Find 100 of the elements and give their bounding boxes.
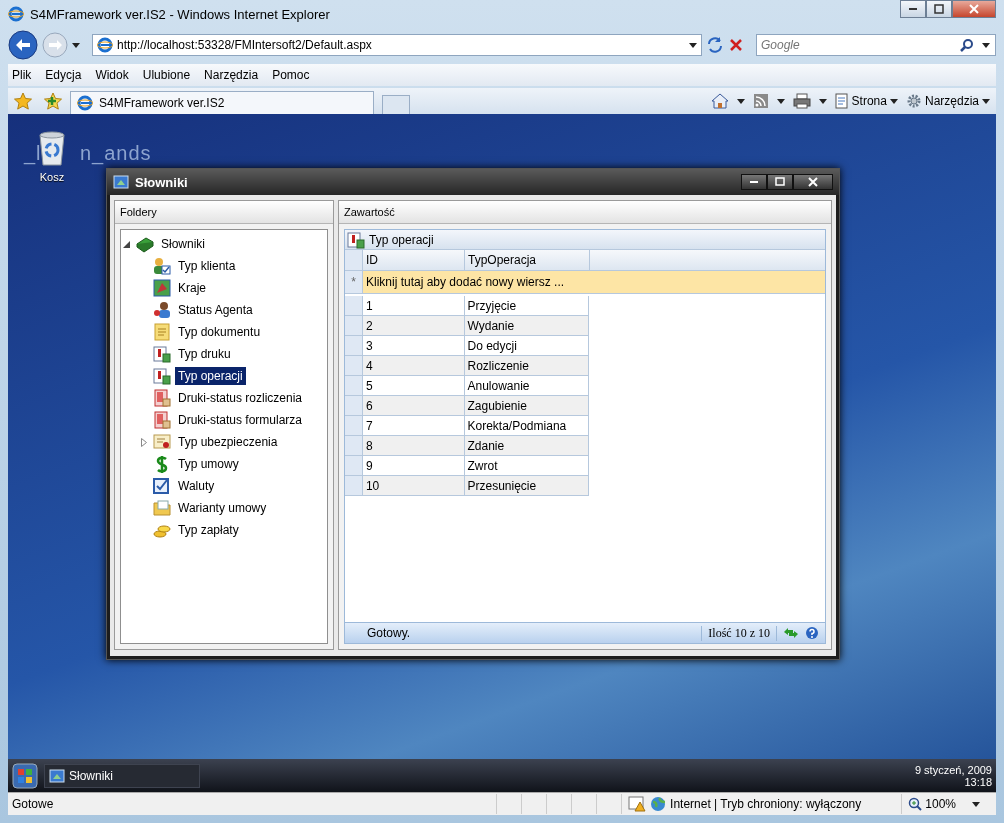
start-button[interactable] [12,762,38,789]
table-cell: 7 [362,416,465,435]
star-icon[interactable] [14,92,32,110]
document-icon [153,389,171,407]
minimize-icon [750,181,758,183]
tree-item[interactable]: Typ druku [175,345,234,363]
rss-icon[interactable] [752,93,769,109]
panel-header: Zawartość [339,201,831,224]
tree-item[interactable]: Typ operacji [175,367,246,385]
window-title: S4MFramework ver.IS2 - Windows Internet Explorer [30,6,331,22]
tree-item[interactable]: Warianty umowy [175,499,270,517]
caret-icon [736,98,745,104]
home-icon[interactable] [710,93,729,109]
close-icon [808,177,818,187]
tree-item[interactable]: Typ klienta [175,257,239,275]
agent-icon [153,301,171,319]
column-header[interactable]: TypOperacja [465,250,590,270]
user-check-icon [153,257,171,275]
menu-item[interactable]: Edycja [45,68,82,82]
wallpaper-text: n_ands [80,142,152,165]
close-icon [969,4,979,14]
tree-item[interactable]: Druki-status formularza [175,411,306,429]
tree-item[interactable]: Słowniki [158,235,208,253]
dropdown-icon[interactable] [982,42,990,48]
table-cell: 1 [362,296,465,315]
caret-icon [818,98,827,104]
table-cell: Do edycji [464,336,589,355]
table-cell: Zagubienie [464,396,589,415]
back-button[interactable] [8,30,38,60]
new-row[interactable]: * Kliknij tutaj aby dodać nowy wiersz ... [345,271,825,294]
book-icon [136,235,154,253]
tree-item[interactable]: Typ dokumentu [175,323,264,341]
folder-icon [153,499,171,517]
printer-icon[interactable] [792,93,811,109]
status-text: Gotowy. [367,626,412,640]
tree-item[interactable]: Kraje [175,279,209,297]
dropdown-icon [689,42,697,48]
address-field[interactable]: http://localhost:53328/FMIntersoft2/Default.aspx [92,34,702,56]
tree-item[interactable]: Typ zapłaty [175,521,242,539]
table-cell: Zwrot [464,456,589,475]
menu-item[interactable]: Plik [12,68,32,82]
tree-item[interactable]: Typ ubezpieczenia [175,433,281,451]
table-cell: 6 [362,396,465,415]
caret-icon [889,98,898,104]
expanded-arrow-icon[interactable] [123,240,130,248]
browser-tab[interactable]: S4MFramework ver.IS2 [70,91,374,114]
caret-icon[interactable] [972,801,980,807]
warning-icon [628,796,647,812]
tree-item[interactable]: Druki-status rozliczenia [175,389,306,407]
menu-item[interactable]: Pomoc [272,68,310,82]
menu-item[interactable]: Ulubione [142,68,191,82]
document-icon [153,367,171,385]
zoom-control[interactable]: 100% [901,794,962,814]
table-cell: 9 [362,456,465,475]
column-header[interactable]: ID [363,250,465,270]
app-icon [49,767,65,784]
maximize-icon [934,4,944,14]
refresh-icon[interactable] [783,626,799,640]
clock-time: 13:18 [964,775,992,788]
search-icon[interactable] [960,38,974,52]
tree-item[interactable]: Waluty [175,477,218,495]
panel-header: Foldery [115,201,333,224]
document-icon [153,345,171,363]
tree-item[interactable]: Typ umowy [175,455,242,473]
taskbar-button[interactable]: Słowniki [44,763,200,788]
document-icon [153,411,171,429]
certificate-icon [153,433,171,451]
browser-logo-icon [97,37,113,53]
tree-item[interactable]: Status Agenta [175,301,256,319]
forward-button[interactable] [42,32,68,58]
help-icon[interactable] [805,626,819,640]
desktop-icon-label[interactable]: Kosz [39,171,65,183]
toolbar-menu-button[interactable]: Strona [834,93,898,109]
refresh-icon[interactable] [706,36,724,54]
maximize-button[interactable] [926,0,952,18]
menu-item[interactable]: Widok [95,68,129,82]
table-cell: Przesunięcie [464,476,589,495]
table-cell: 5 [362,376,465,395]
page-icon [834,93,849,109]
caret-icon [982,98,990,104]
add-favorite-icon[interactable] [44,92,62,110]
close-button[interactable] [793,174,833,190]
document-icon [347,230,365,249]
search-field[interactable]: Google [756,34,996,56]
menu-item[interactable]: Narzędzia [204,68,259,82]
browser-logo-icon [8,6,24,22]
security-zone[interactable]: Internet | Tryb chroniony: wyłączony [621,794,902,814]
collapsed-arrow-icon[interactable] [141,437,147,447]
stop-icon[interactable] [728,37,744,53]
maximize-button[interactable] [767,174,793,190]
minimize-button[interactable] [900,0,926,18]
note-icon [153,323,171,341]
toolbar-menu-button[interactable]: Narzędzia [905,93,990,109]
table-cell: Korekta/Podmiana [464,416,589,435]
caret-icon [72,42,80,48]
clock-date: 9 styczeń, 2009 [914,763,992,776]
table-cell: Wydanie [464,316,589,335]
checkbox-icon [153,477,171,495]
minimize-button[interactable] [741,174,767,190]
record-count: Ilość 10 z 10 [701,625,777,641]
